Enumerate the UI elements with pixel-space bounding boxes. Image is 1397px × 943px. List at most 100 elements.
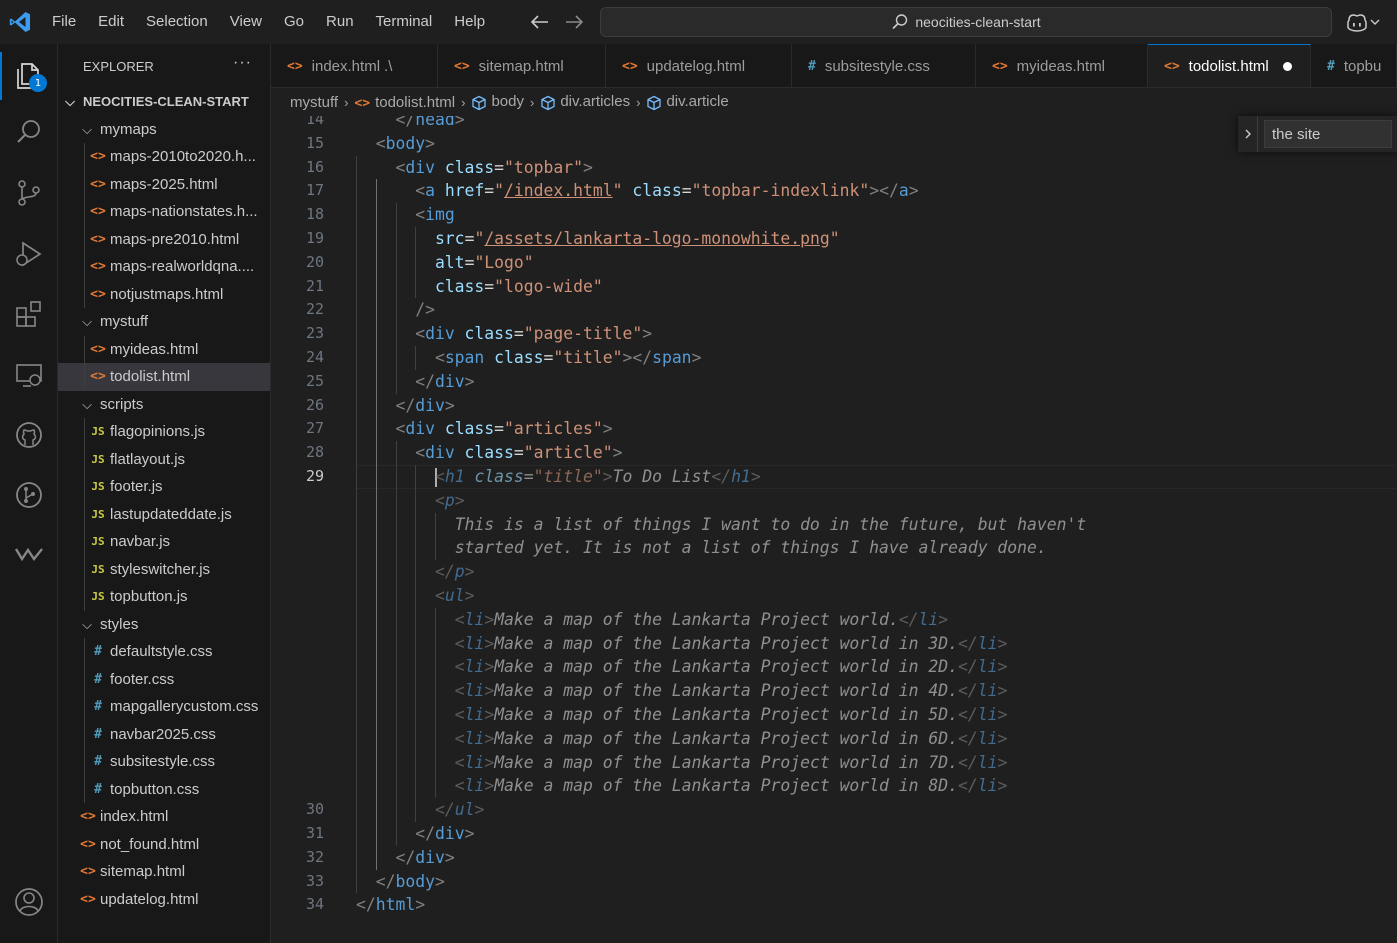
tree-file[interactable]: # topbutton.css [58,775,270,803]
code-line[interactable]: <p> [356,489,465,513]
code-line[interactable]: <div class="article"> [356,441,622,465]
code-line[interactable]: <li>Make a map of the Lankarta Project w… [356,727,1008,751]
tree-file[interactable]: JS flatlayout.js [58,445,270,473]
unsaved-dot-icon[interactable] [1282,62,1292,71]
code-line[interactable]: <li>Make a map of the Lankarta Project w… [356,608,948,632]
code-line[interactable]: <div class="articles"> [356,417,612,441]
menu-item[interactable]: Edit [87,0,135,44]
code-line[interactable]: </ul> [356,798,484,822]
files-icon[interactable]: 1 [9,56,49,96]
arrow-left-icon[interactable] [528,11,552,33]
code-line[interactable]: <span class="title"></span> [356,346,702,370]
extensions-icon[interactable] [9,294,49,334]
tree-file[interactable]: JS styleswitcher.js [58,555,270,583]
code-line[interactable]: <li>Make a map of the Lankarta Project w… [356,679,1008,703]
code-line[interactable]: <li>Make a map of the Lankarta Project w… [356,774,1008,798]
breadcrumb-item[interactable]: div.articles [540,93,630,110]
code-line[interactable]: <li>Make a map of the Lankarta Project w… [356,655,1008,679]
search-icon[interactable] [9,112,49,152]
code-line[interactable]: </div> [356,822,474,846]
editor-tab[interactable]: <> myideas.html [976,44,1148,87]
tree-folder[interactable]: ⌵ mystuff [58,308,270,336]
code-line[interactable]: <div class="page-title"> [356,322,652,346]
tree-file[interactable]: JS navbar.js [58,528,270,556]
tree-folder[interactable]: ⌵ mymaps [58,116,270,144]
tree-file[interactable]: # defaultstyle.css [58,638,270,666]
menu-item[interactable]: File [41,0,87,44]
tree-file[interactable]: <> myideas.html [58,335,270,363]
menu-item[interactable]: Run [315,0,365,44]
code-line[interactable]: </p> [356,560,475,584]
editor-tab[interactable]: # subsitestyle.css [792,44,976,87]
code-line[interactable]: <li>Make a map of the Lankarta Project w… [356,751,1008,775]
github-icon[interactable] [9,415,49,455]
editor-tab[interactable]: <> index.html .\ [271,44,438,87]
breadcrumb-item[interactable]: mystuff [290,94,338,111]
copilot-button[interactable] [1345,10,1387,34]
tree-file[interactable]: <> notjustmaps.html [58,280,270,308]
code-line[interactable]: <li>Make a map of the Lankarta Project w… [356,632,1008,656]
tree-file[interactable]: # mapgallerycustom.css [58,693,270,721]
tree-folder[interactable]: ⌵ styles [58,611,270,639]
git-graph-icon[interactable] [9,475,49,515]
code-line[interactable]: <div class="topbar"> [356,156,592,180]
menu-item[interactable]: View [219,0,273,44]
code-line[interactable]: </html> [356,893,425,917]
tree-file[interactable]: <> updatelog.html [58,886,270,914]
code-line[interactable]: <img [356,203,454,227]
tree-folder[interactable]: ⌵ scripts [58,391,270,419]
code-line[interactable]: </div> [356,846,454,870]
code-line[interactable]: This is a list of things I want to do in… [356,513,1087,537]
tree-file[interactable]: <> maps-2010to2020.h... [58,143,270,171]
menu-item[interactable]: Terminal [365,0,444,44]
code-line[interactable]: </head> [356,116,464,132]
code-line[interactable]: <a href="/index.html" class="topbar-inde… [356,179,918,203]
wakatime-icon[interactable] [9,534,49,574]
breadcrumb-item[interactable]: div.article [646,93,729,110]
workspace-root-folder[interactable]: ⌵ NEOCITIES-CLEAN-START [58,88,270,116]
code-line[interactable]: <h1 class="title">To Do List</h1> [356,465,761,489]
editor-tab[interactable]: <> sitemap.html [438,44,606,87]
tree-file[interactable]: # subsitestyle.css [58,748,270,776]
menu-item[interactable]: Go [273,0,315,44]
code-line[interactable]: <li>Make a map of the Lankarta Project w… [356,703,1008,727]
find-input[interactable] [1264,120,1392,148]
code-line[interactable]: started yet. It is not a list of things … [356,536,1047,560]
breadcrumb-item[interactable]: body [471,93,524,110]
menu-item[interactable]: Selection [135,0,219,44]
toggle-replace-button[interactable] [1238,116,1258,152]
code-line[interactable]: </div> [356,394,454,418]
code-line[interactable]: </body> [356,870,445,894]
vscode-logo-icon[interactable] [8,10,32,34]
more-actions-icon[interactable]: ··· [233,54,252,72]
tree-file[interactable]: JS footer.js [58,473,270,501]
code-line[interactable]: alt="Logo" [356,251,534,275]
code-line[interactable]: </div> [356,370,474,394]
editor-tab[interactable]: <> todolist.html [1148,44,1311,87]
account-icon[interactable] [9,882,49,922]
tree-file[interactable]: <> index.html [58,803,270,831]
tree-file[interactable]: <> maps-2025.html [58,170,270,198]
tree-file[interactable]: <> maps-nationstates.h... [58,198,270,226]
code-line[interactable]: <ul> [356,584,475,608]
tree-file[interactable]: <> maps-pre2010.html [58,225,270,253]
tree-file[interactable]: # footer.css [58,665,270,693]
editor-tab[interactable]: <> updatelog.html [606,44,792,87]
code-line[interactable]: src="/assets/lankarta-logo-monowhite.png… [356,227,840,251]
run-debug-icon[interactable] [9,234,49,274]
tree-file[interactable]: <> not_found.html [58,831,270,859]
menu-item[interactable]: Help [443,0,496,44]
tree-file[interactable]: <> todolist.html [58,363,270,391]
breadcrumb-item[interactable]: <> todolist.html [354,94,455,111]
code-editor[interactable]: 14 15 16 17 18 19 20 21 22 23 24 25 26 27 28 29 30 31 32 33… [271,116,1397,943]
tree-file[interactable]: JS topbutton.js [58,583,270,611]
code-area[interactable]: </head> <body> <div class="topbar"> <a h… [356,116,1396,943]
tree-file[interactable]: JS lastupdateddate.js [58,500,270,528]
remote-explorer-icon[interactable] [9,355,49,395]
command-center-search[interactable]: neocities-clean-start [600,7,1332,37]
tree-file[interactable]: <> maps-realworldqna.... [58,253,270,281]
tree-file[interactable]: JS flagopinions.js [58,418,270,446]
code-line[interactable]: <body> [356,132,435,156]
code-line[interactable]: /> [356,298,435,322]
source-control-icon[interactable] [9,173,49,213]
